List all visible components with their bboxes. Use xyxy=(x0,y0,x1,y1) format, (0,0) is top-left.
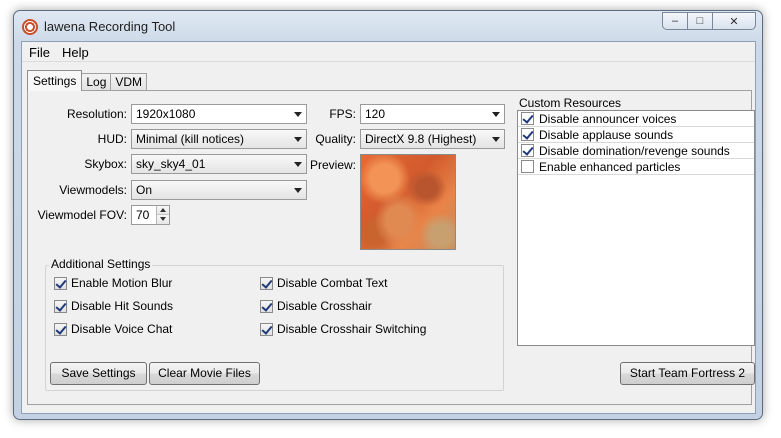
skybox-preview-image xyxy=(360,154,456,250)
checkbox-checked-icon xyxy=(521,128,534,141)
menu-bar: File Help xyxy=(22,42,755,62)
viewmodels-value: On xyxy=(136,183,153,197)
client-area: File Help Settings Log VDM Resolution: 1… xyxy=(21,41,756,414)
checkbox-label: Disable Hit Sounds xyxy=(71,299,174,313)
voice-chat-checkbox[interactable]: Disable Voice Chat xyxy=(54,322,172,336)
crosshair-checkbox[interactable]: Disable Crosshair xyxy=(260,299,372,313)
combat-text-checkbox[interactable]: Disable Combat Text xyxy=(260,276,388,290)
checkbox-checked-icon xyxy=(521,144,534,157)
app-logo-icon xyxy=(22,19,38,35)
chevron-down-icon xyxy=(492,137,500,142)
viewmodel-fov-label: Viewmodel FOV: xyxy=(37,208,127,222)
custom-resources-title: Custom Resources xyxy=(519,96,622,110)
list-item-label: Disable domination/revenge sounds xyxy=(539,143,730,158)
motion-blur-checkbox[interactable]: Enable Motion Blur xyxy=(54,276,172,290)
window-controls: – □ ✕ xyxy=(662,12,756,30)
checkbox-checked-icon xyxy=(521,112,534,125)
list-item[interactable]: Enable enhanced particles xyxy=(518,159,754,175)
settings-panel: Resolution: 1920x1080 HUD: Minimal (kill… xyxy=(27,90,755,405)
hit-sounds-checkbox[interactable]: Disable Hit Sounds xyxy=(54,299,173,313)
menu-file[interactable]: File xyxy=(29,45,50,60)
minimize-button[interactable]: – xyxy=(662,12,688,30)
skybox-select[interactable]: sky_sky4_01 xyxy=(131,154,307,174)
app-window: lawena Recording Tool – □ ✕ File Help Se… xyxy=(13,10,763,420)
list-item[interactable]: Disable domination/revenge sounds xyxy=(518,143,754,159)
start-tf2-button[interactable]: Start Team Fortress 2 xyxy=(620,362,755,385)
save-settings-button[interactable]: Save Settings xyxy=(50,362,147,385)
tab-bar: Settings Log VDM xyxy=(27,70,148,91)
checkbox-label: Disable Crosshair xyxy=(277,299,372,313)
hud-value: Minimal (kill notices) xyxy=(136,132,245,146)
fps-label: FPS: xyxy=(329,107,356,121)
checkbox-unchecked-icon xyxy=(521,160,534,173)
window-title: lawena Recording Tool xyxy=(44,19,176,34)
menu-help[interactable]: Help xyxy=(62,45,89,60)
checkbox-checked-icon xyxy=(260,322,273,336)
skybox-value: sky_sky4_01 xyxy=(136,157,206,171)
quality-label: Quality: xyxy=(315,132,356,146)
preview-label: Preview: xyxy=(309,158,356,172)
checkbox-checked-icon xyxy=(260,276,273,290)
crosshair-switching-checkbox[interactable]: Disable Crosshair Switching xyxy=(260,322,426,336)
tab-vdm[interactable]: VDM xyxy=(110,73,148,91)
checkbox-label: Disable Combat Text xyxy=(277,276,388,290)
maximize-icon: □ xyxy=(696,15,704,27)
fps-value: 120 xyxy=(365,107,386,121)
checkbox-checked-icon xyxy=(54,276,67,290)
close-button[interactable]: ✕ xyxy=(712,12,756,30)
viewmodel-fov-spinner[interactable]: 70 xyxy=(131,205,170,225)
custom-resources-list: Disable announcer voices Disable applaus… xyxy=(517,110,755,346)
resolution-label: Resolution: xyxy=(66,107,127,121)
hud-select[interactable]: Minimal (kill notices) xyxy=(131,129,307,149)
list-item[interactable]: Disable announcer voices xyxy=(518,111,754,127)
checkbox-label: Disable Voice Chat xyxy=(71,322,173,336)
resolution-select[interactable]: 1920x1080 xyxy=(131,104,307,124)
quality-select[interactable]: DirectX 9.8 (Highest) xyxy=(360,129,505,149)
skybox-label: Skybox: xyxy=(84,157,127,171)
resolution-value: 1920x1080 xyxy=(136,107,196,121)
clear-movie-files-button[interactable]: Clear Movie Files xyxy=(149,362,260,385)
checkbox-checked-icon xyxy=(54,322,67,336)
viewmodel-fov-value: 70 xyxy=(136,208,150,222)
chevron-down-icon xyxy=(492,112,500,117)
checkbox-label: Disable Crosshair Switching xyxy=(277,322,427,336)
title-bar[interactable]: lawena Recording Tool – □ ✕ xyxy=(14,11,762,41)
list-item-label: Enable enhanced particles xyxy=(539,159,681,174)
spinner-buttons xyxy=(156,206,169,224)
list-item[interactable]: Disable applause sounds xyxy=(518,127,754,143)
additional-settings-title: Additional Settings xyxy=(49,257,153,271)
quality-value: DirectX 9.8 (Highest) xyxy=(365,132,477,146)
spinner-up-icon[interactable] xyxy=(157,206,169,215)
maximize-button[interactable]: □ xyxy=(687,12,713,30)
fps-select[interactable]: 120 xyxy=(360,104,505,124)
chevron-down-icon xyxy=(294,188,302,193)
list-item-label: Disable applause sounds xyxy=(539,127,674,142)
checkbox-checked-icon xyxy=(260,299,273,313)
viewmodels-select[interactable]: On xyxy=(131,180,307,200)
list-item-label: Disable announcer voices xyxy=(539,111,677,126)
close-icon: ✕ xyxy=(729,15,739,28)
checkbox-checked-icon xyxy=(54,299,67,313)
checkbox-label: Enable Motion Blur xyxy=(71,276,173,290)
tab-settings[interactable]: Settings xyxy=(27,70,83,91)
hud-label: HUD: xyxy=(97,132,127,146)
viewmodels-label: Viewmodels: xyxy=(59,183,127,197)
tab-log[interactable]: Log xyxy=(81,73,112,91)
spinner-down-icon[interactable] xyxy=(157,215,169,224)
minimize-icon: – xyxy=(671,15,679,27)
